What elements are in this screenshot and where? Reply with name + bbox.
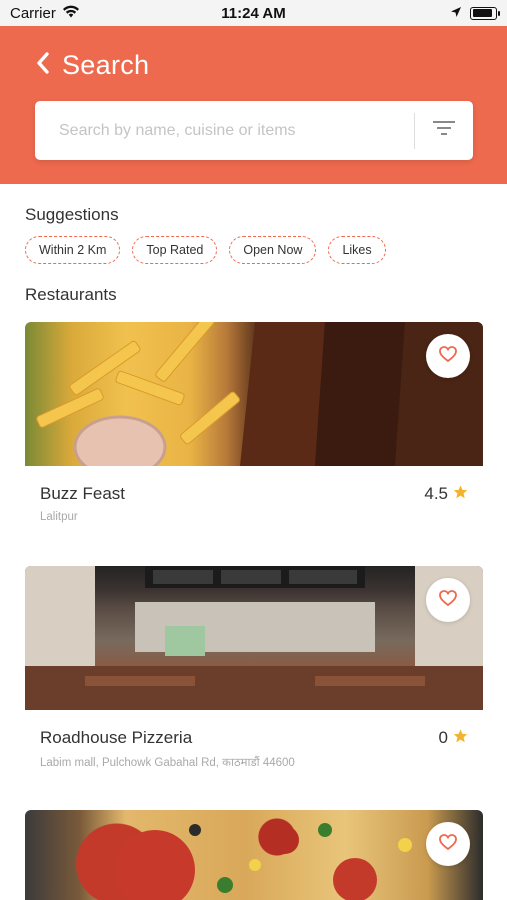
wifi-icon <box>62 5 80 22</box>
status-left: Carrier <box>10 5 80 22</box>
chip-open-now[interactable]: Open Now <box>229 236 317 264</box>
chip-top-rated[interactable]: Top Rated <box>132 236 218 264</box>
heart-icon <box>439 833 457 855</box>
battery-fill <box>472 9 493 17</box>
restaurant-image <box>25 810 483 900</box>
location-arrow-icon <box>450 5 462 22</box>
back-button[interactable]: Search <box>36 50 149 81</box>
restaurant-card[interactable]: Roadhouse Pizzeria Labim mall, Pulchowk … <box>25 566 483 810</box>
restaurant-name: Buzz Feast <box>40 484 126 503</box>
restaurant-rating: 0 <box>439 728 468 748</box>
star-icon <box>453 728 468 748</box>
status-bar: Carrier 11:24 AM <box>0 0 507 26</box>
carrier-label: Carrier <box>10 4 56 22</box>
restaurant-image <box>25 322 483 466</box>
favorite-button[interactable] <box>426 822 470 866</box>
interior-illustration <box>25 566 483 710</box>
suggestion-chips: Within 2 Km Top Rated Open Now Likes <box>25 236 386 264</box>
restaurant-name: Roadhouse Pizzeria <box>40 728 193 747</box>
chip-within-2km[interactable]: Within 2 Km <box>25 236 121 264</box>
favorite-button[interactable] <box>426 578 470 622</box>
star-icon <box>453 484 468 504</box>
restaurant-image <box>25 566 483 710</box>
restaurant-rating: 4.5 <box>424 484 468 504</box>
restaurants-title: Restaurants <box>25 285 117 304</box>
heart-icon <box>439 589 457 611</box>
restaurant-card[interactable] <box>25 810 483 900</box>
suggestions-title: Suggestions <box>25 205 119 224</box>
favorite-button[interactable] <box>426 334 470 378</box>
status-right <box>450 5 500 22</box>
restaurant-card[interactable]: Buzz Feast Lalitpur 4.5 <box>25 322 483 566</box>
chevron-left-icon <box>36 52 50 79</box>
filter-button[interactable] <box>415 101 473 160</box>
search-header: Search <box>0 26 507 184</box>
heart-icon <box>439 345 457 367</box>
restaurant-info: Roadhouse Pizzeria Labim mall, Pulchowk … <box>25 710 483 810</box>
search-box <box>35 101 473 160</box>
rating-value: 0 <box>438 728 448 747</box>
restaurant-location: Lalitpur <box>40 511 78 523</box>
page-title: Search <box>62 50 150 80</box>
battery-icon <box>470 6 500 20</box>
pizza-illustration <box>115 823 412 900</box>
restaurant-location: Labim mall, Pulchowk Gabahal Rd, काठमाडौ… <box>40 757 295 769</box>
restaurant-info: Buzz Feast Lalitpur 4.5 <box>25 466 483 566</box>
food-illustration <box>36 322 483 466</box>
filter-icon <box>433 121 455 140</box>
chip-likes[interactable]: Likes <box>328 236 386 264</box>
rating-value: 4.5 <box>424 484 448 503</box>
search-input[interactable] <box>35 101 414 160</box>
